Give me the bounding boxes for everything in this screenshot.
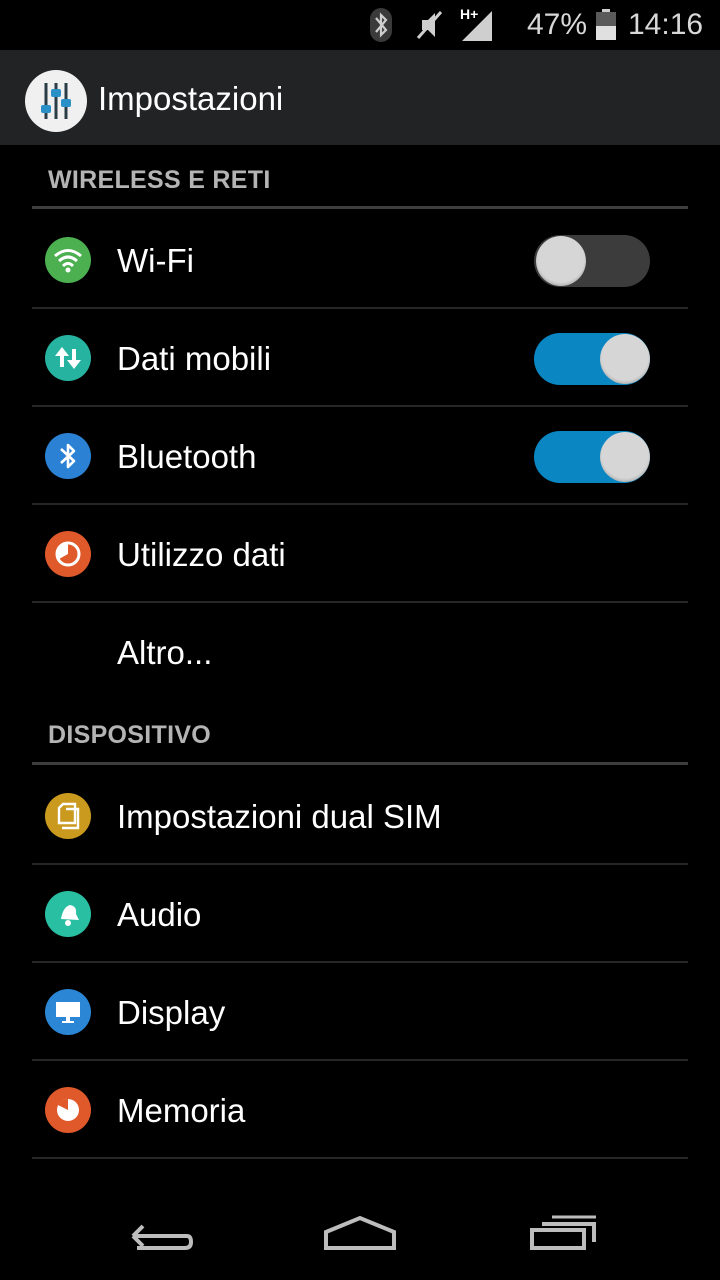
action-bar: Impostazioni [0, 50, 720, 145]
settings-item-label: Audio [117, 896, 202, 933]
back-icon[interactable] [120, 1204, 200, 1260]
settings-item-label: Bluetooth [117, 438, 257, 475]
clock: 14:16 [628, 8, 704, 41]
settings-item-label: Dati mobili [117, 340, 272, 377]
settings-item-dual-sim[interactable]: Impostazioni dual SIM [32, 767, 688, 865]
home-icon[interactable] [320, 1204, 400, 1260]
bell-icon [45, 891, 91, 937]
battery-icon [595, 0, 617, 50]
signal-hplus-icon: H+ [458, 0, 494, 50]
toggle-knob [600, 432, 650, 482]
section-header-device: DISPOSITIVO [48, 721, 212, 749]
status-bar: H+ 47% 14:16 [0, 0, 720, 50]
bluetooth-toggle[interactable] [534, 431, 650, 483]
settings-item-label: Impostazioni dual SIM [117, 798, 442, 835]
settings-item-mobile-data[interactable]: Dati mobili [32, 309, 688, 407]
section-divider [32, 206, 688, 209]
settings-item-label: Altro... [117, 634, 213, 671]
settings-item-storage[interactable]: Memoria [32, 1061, 688, 1159]
toggle-knob [536, 236, 586, 286]
toggle-knob [600, 334, 650, 384]
monitor-icon [45, 989, 91, 1035]
settings-item-wifi[interactable]: Wi-Fi [32, 211, 688, 309]
mobile-data-toggle[interactable] [534, 333, 650, 385]
settings-sliders-icon[interactable] [25, 70, 87, 132]
bluetooth-icon [45, 433, 91, 479]
storage-pie-icon [45, 1087, 91, 1133]
settings-item-label: Memoria [117, 1092, 246, 1129]
sim-card-icon [45, 793, 91, 839]
network-type-label: H+ [460, 6, 479, 22]
settings-item-display[interactable]: Display [32, 963, 688, 1061]
bluetooth-status-icon [370, 0, 392, 50]
settings-item-audio[interactable]: Audio [32, 865, 688, 963]
data-usage-icon [45, 531, 91, 577]
row-divider [32, 1157, 688, 1159]
settings-item-more[interactable]: Altro... [32, 603, 688, 701]
settings-item-label: Wi-Fi [117, 242, 194, 279]
settings-item-label: Utilizzo dati [117, 536, 286, 573]
wifi-icon [45, 237, 91, 283]
mute-icon [414, 0, 444, 50]
settings-item-data-usage[interactable]: Utilizzo dati [32, 505, 688, 603]
battery-percent: 47% [527, 8, 588, 41]
navigation-bar [0, 1180, 720, 1280]
settings-item-bluetooth[interactable]: Bluetooth [32, 407, 688, 505]
settings-item-label: Display [117, 994, 226, 1031]
data-transfer-icon [45, 335, 91, 381]
section-header-wireless: WIRELESS E RETI [48, 166, 271, 194]
page-title: Impostazioni [98, 80, 284, 117]
wifi-toggle[interactable] [534, 235, 650, 287]
section-divider [32, 762, 688, 765]
recents-icon[interactable] [522, 1204, 602, 1260]
